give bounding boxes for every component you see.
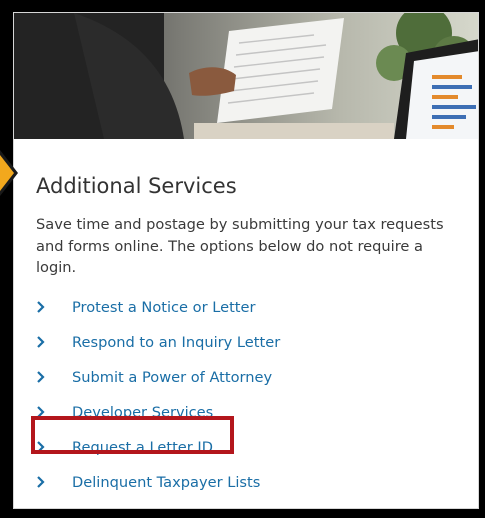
link-protest-notice[interactable]: Protest a Notice or Letter — [36, 294, 436, 320]
link-delinquent-taxpayer-lists[interactable]: Delinquent Taxpayer Lists — [36, 469, 436, 495]
additional-services-card: Additional Services Save time and postag… — [13, 12, 479, 509]
section-description: Save time and postage by submitting your… — [36, 216, 444, 276]
link-power-of-attorney[interactable]: Submit a Power of Attorney — [36, 364, 436, 390]
chevron-right-icon — [36, 469, 62, 495]
hero-image — [14, 13, 478, 139]
chevron-right-icon — [36, 399, 62, 425]
arrow-pointer-icon — [0, 150, 18, 196]
link-label[interactable]: Delinquent Taxpayer Lists — [72, 474, 260, 491]
section-title: Additional Services — [36, 174, 237, 198]
link-label[interactable]: Submit a Power of Attorney — [72, 369, 272, 386]
link-request-letter-id[interactable]: Request a Letter ID — [36, 434, 436, 460]
link-label[interactable]: Protest a Notice or Letter — [72, 299, 256, 316]
link-respond-inquiry[interactable]: Respond to an Inquiry Letter — [36, 329, 436, 355]
link-label[interactable]: Request a Letter ID — [72, 439, 213, 456]
link-developer-services[interactable]: Developer Services — [36, 399, 436, 425]
link-label[interactable]: Developer Services — [72, 404, 213, 421]
chevron-right-icon — [36, 329, 62, 355]
chevron-right-icon — [36, 434, 62, 460]
link-label[interactable]: Respond to an Inquiry Letter — [72, 334, 280, 351]
chevron-right-icon — [36, 364, 62, 390]
chevron-right-icon — [36, 294, 62, 320]
